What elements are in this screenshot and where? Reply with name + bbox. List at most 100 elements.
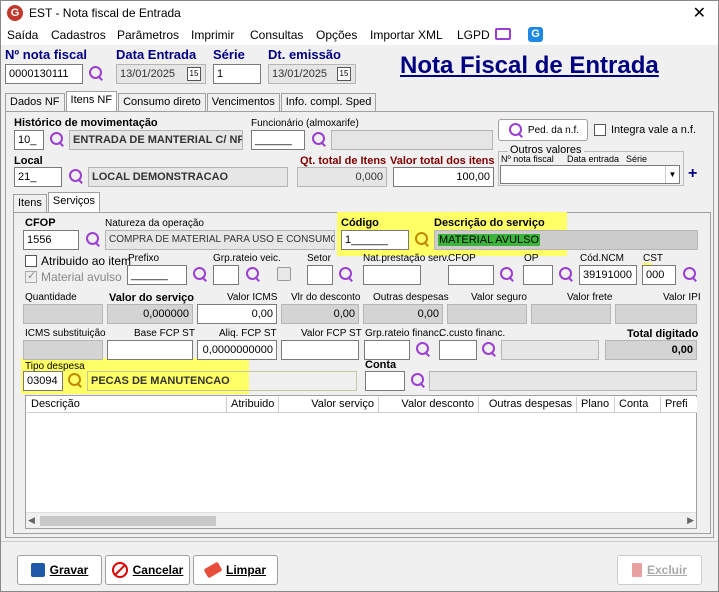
- col-prefixo[interactable]: Prefi: [661, 397, 697, 412]
- search-historico-icon[interactable]: [48, 131, 66, 149]
- funcionario-input[interactable]: ______: [251, 130, 305, 150]
- horizontal-scrollbar[interactable]: ◀ ▶: [26, 512, 696, 528]
- limpar-button[interactable]: Limpar: [193, 555, 278, 585]
- menu-cadastros[interactable]: Cadastros: [51, 28, 106, 42]
- col-valor-servico[interactable]: Valor serviço: [279, 397, 379, 412]
- quantidade-label: Quantidade: [25, 292, 77, 303]
- outros-valores-select[interactable]: ▼: [500, 165, 680, 184]
- menu-saida[interactable]: Saída: [7, 28, 38, 42]
- monitor-icon[interactable]: [495, 28, 511, 40]
- search-cst-icon[interactable]: [681, 266, 699, 284]
- grp-rateio-fin-input[interactable]: [364, 340, 410, 360]
- codigo-label: Código: [341, 217, 379, 229]
- cancelar-button[interactable]: Cancelar: [105, 555, 190, 585]
- search-codigo-icon[interactable]: [413, 231, 431, 249]
- servicos-grid[interactable]: [25, 395, 697, 529]
- nat-prest-label: Nat.prestação serv.: [363, 253, 449, 264]
- search-grp-rateio-fin-icon[interactable]: [414, 341, 432, 359]
- c-custo-input[interactable]: [439, 340, 477, 360]
- historico-desc: ENTRADA DE MANTERIAL C/ NF: [69, 130, 243, 150]
- desc-servico-value: MATERIAL AVULSO: [438, 234, 541, 246]
- op-input[interactable]: [523, 265, 553, 285]
- cst-input[interactable]: 000: [642, 265, 676, 285]
- tab-info-compl[interactable]: Info. compl. Sped: [280, 93, 377, 111]
- search-setor-icon[interactable]: [337, 266, 355, 284]
- calendar-icon[interactable]: 15: [337, 67, 351, 81]
- search-grp-rateio-icon[interactable]: [244, 266, 262, 284]
- menu-consultas[interactable]: Consultas: [250, 28, 303, 42]
- menu-lgpd[interactable]: LGPD: [457, 28, 490, 42]
- cfop2-input[interactable]: [448, 265, 494, 285]
- chevron-down-icon[interactable]: ▼: [665, 166, 679, 183]
- tab-consumo-direto[interactable]: Consumo direto: [118, 93, 206, 111]
- menu-opcoes[interactable]: Opções: [316, 28, 357, 42]
- gravar-button[interactable]: Gravar: [17, 555, 102, 585]
- search-funcionario-icon[interactable]: [310, 131, 328, 149]
- historico-code[interactable]: 10_: [14, 130, 44, 150]
- tab-vencimentos[interactable]: Vencimentos: [206, 93, 280, 111]
- search-conta-icon[interactable]: [409, 372, 427, 390]
- valor-fcp-input[interactable]: [281, 340, 359, 360]
- qt-total-label: Qt. total de Itens: [300, 155, 387, 167]
- scroll-right-icon[interactable]: ▶: [687, 515, 694, 526]
- search-prefixo-icon[interactable]: [191, 266, 209, 284]
- add-icon[interactable]: +: [688, 165, 697, 183]
- search-nota-icon[interactable]: [87, 65, 105, 83]
- conta-input[interactable]: [365, 371, 405, 391]
- close-icon[interactable]: ✕: [693, 3, 706, 23]
- search-c-custo-icon[interactable]: [480, 341, 498, 359]
- setor-input[interactable]: [307, 265, 333, 285]
- search-op-icon[interactable]: [557, 266, 575, 284]
- col-descricao[interactable]: Descrição: [27, 397, 227, 412]
- cod-ncm-input[interactable]: 39191000: [579, 265, 637, 285]
- integra-vale-checkbox[interactable]: [594, 124, 606, 136]
- tab-dados-nf[interactable]: Dados NF: [5, 93, 65, 111]
- search-cfop2-icon[interactable]: [498, 266, 516, 284]
- menu-parametros[interactable]: Parâmetros: [117, 28, 179, 42]
- pedido-nf-button[interactable]: Ped. da n.f.: [498, 119, 588, 141]
- local-code[interactable]: 21_: [14, 167, 62, 187]
- tab-servicos[interactable]: Serviços: [47, 192, 101, 212]
- c-custo-label: C.custo financ.: [439, 328, 506, 339]
- local-desc: LOCAL DEMONSTRACAO: [88, 167, 288, 187]
- material-avulso-checkbox: ✓: [25, 270, 37, 283]
- scroll-left-icon[interactable]: ◀: [28, 515, 35, 526]
- g-app-icon[interactable]: G: [528, 27, 543, 42]
- col-atribuido[interactable]: Atribuido: [227, 397, 279, 412]
- tab-itens-nf[interactable]: Itens NF: [65, 91, 118, 111]
- tipo-despesa-code[interactable]: 03094: [23, 371, 63, 391]
- valor-icms-input[interactable]: 0,00: [197, 304, 277, 324]
- base-fcp-input[interactable]: [107, 340, 193, 360]
- tab-itens[interactable]: Itens: [13, 194, 47, 212]
- limpar-label: Limpar: [225, 563, 266, 577]
- col-valor-desconto[interactable]: Valor desconto: [379, 397, 479, 412]
- codigo-input[interactable]: 1______: [341, 230, 409, 250]
- cfop-input[interactable]: 1556: [23, 230, 79, 250]
- serie-input[interactable]: 1: [213, 64, 261, 84]
- search-tipo-despesa-icon[interactable]: [66, 372, 84, 390]
- nota-label: Nº nota fiscal: [5, 47, 88, 62]
- search-local-icon[interactable]: [67, 168, 85, 186]
- col-conta[interactable]: Conta: [615, 397, 661, 412]
- prefixo-input[interactable]: ______: [127, 265, 187, 285]
- search-cfop-icon[interactable]: [84, 231, 102, 249]
- excluir-button[interactable]: Excluir: [617, 555, 702, 585]
- setor-label: Setor: [307, 253, 331, 264]
- pedido-nf-label: Ped. da n.f.: [527, 124, 580, 136]
- grp-rateio-input[interactable]: [213, 265, 239, 285]
- menu-imprimir[interactable]: Imprimir: [191, 28, 234, 42]
- dt-emissao-label: Dt. emissão: [268, 47, 341, 62]
- atribuido-checkbox[interactable]: [25, 255, 37, 267]
- col-outras-despesas[interactable]: Outras despesas: [479, 397, 577, 412]
- aliq-fcp-input[interactable]: 0,0000000000: [197, 340, 277, 360]
- calendar-icon[interactable]: 15: [187, 67, 201, 81]
- conta-desc: [429, 371, 697, 391]
- nat-prest-input[interactable]: [363, 265, 421, 285]
- nota-input[interactable]: 0000130111: [5, 64, 83, 84]
- menu-importar-xml[interactable]: Importar XML: [370, 28, 443, 42]
- col-plano[interactable]: Plano: [577, 397, 615, 412]
- funcionario-desc: [331, 130, 493, 150]
- conta-label: Conta: [365, 359, 397, 371]
- copy-icon[interactable]: [277, 267, 291, 281]
- scroll-thumb[interactable]: [40, 516, 216, 526]
